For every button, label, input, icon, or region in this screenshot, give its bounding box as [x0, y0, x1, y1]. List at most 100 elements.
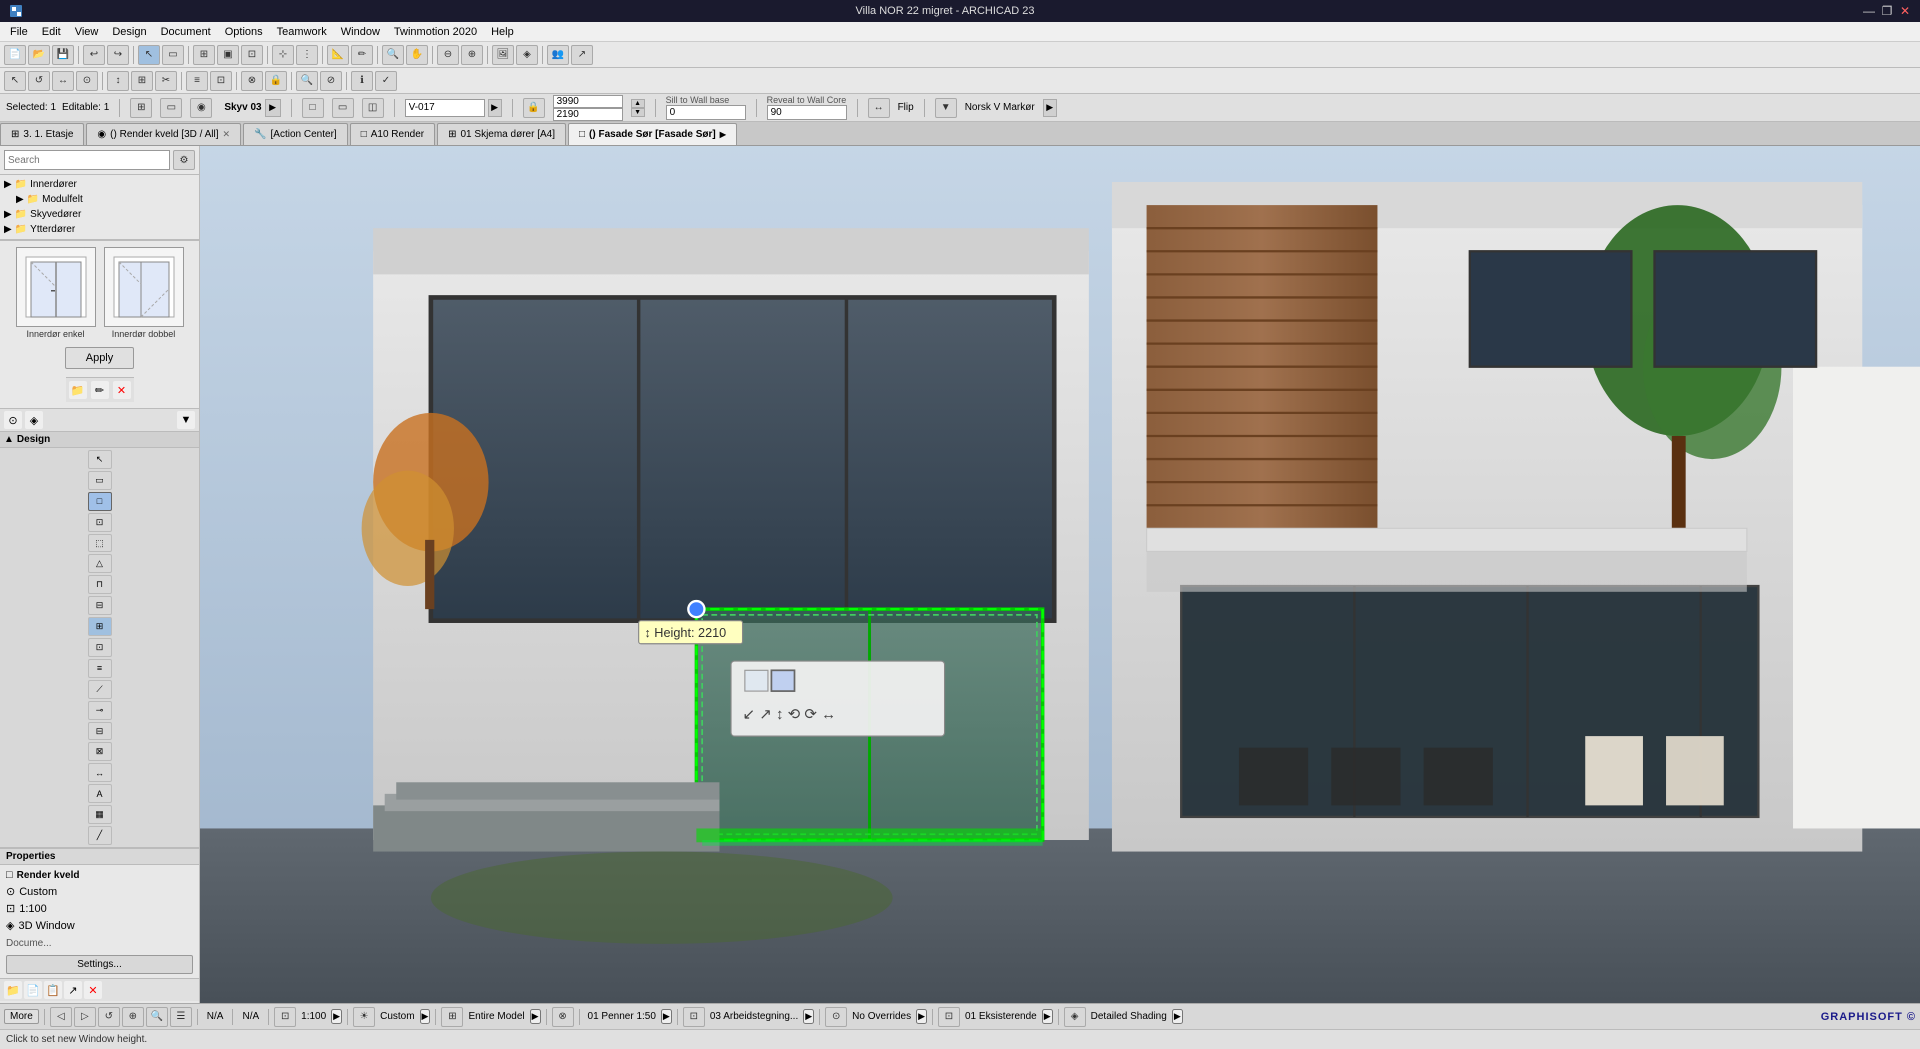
grid-btn[interactable]: ⋮: [296, 45, 318, 65]
layer-btn[interactable]: ⊗: [241, 71, 263, 91]
nav-refresh[interactable]: ↺: [98, 1007, 120, 1027]
group-btn[interactable]: ⊡: [210, 71, 232, 91]
tree-item-modulfelt[interactable]: ▶ 📁 Modulfelt: [0, 192, 199, 207]
view-mode-btn[interactable]: ▭: [160, 98, 182, 118]
apply-button[interactable]: Apply: [65, 347, 135, 369]
tab-a10-render[interactable]: □ A10 Render: [350, 123, 435, 145]
dt-window[interactable]: ⊡: [88, 638, 112, 657]
view-settings-btn[interactable]: ⊞: [130, 98, 152, 118]
dt-label[interactable]: A: [88, 784, 112, 803]
dim-down-btn[interactable]: ▼: [631, 108, 645, 117]
arbeid-expand[interactable]: ▶: [803, 1009, 814, 1024]
bt-icon4[interactable]: ↗: [64, 981, 82, 999]
view-3d-btn[interactable]: ◉: [190, 98, 212, 118]
tab-skjema[interactable]: ⊞ 01 Skjema dører [A4]: [437, 123, 566, 145]
find-btn[interactable]: 🔍: [296, 71, 318, 91]
3d-btn[interactable]: ◈: [516, 45, 538, 65]
canvas-area[interactable]: ↕ Height: 2210 ↙ ↗ ↕ ⟲ ⟳ ↔: [200, 146, 1920, 1003]
tab-etasje[interactable]: ⊞ 3. 1. Etasje: [0, 123, 84, 145]
nav-home[interactable]: ⊕: [122, 1007, 144, 1027]
door-thumb-1[interactable]: Innerdør enkel: [16, 247, 96, 339]
teamwork-btn[interactable]: 👥: [547, 45, 569, 65]
minimize-button[interactable]: —: [1862, 4, 1876, 18]
tree-item-skyvedorer[interactable]: ▶ 📁 Skyvedører: [0, 207, 199, 222]
dt-arrow[interactable]: ↖: [88, 450, 112, 469]
pen-btn[interactable]: ✏: [351, 45, 373, 65]
marker-expand-btn[interactable]: ▶: [1043, 99, 1057, 117]
view-btn2[interactable]: ▣: [217, 45, 239, 65]
menu-item-edit[interactable]: Edit: [36, 25, 67, 39]
tab-fasade[interactable]: □ () Fasade Sør [Fasade Sør] ▶: [568, 123, 737, 145]
menu-item-help[interactable]: Help: [485, 25, 520, 39]
compass-btn[interactable]: ☀: [353, 1007, 375, 1027]
flip-btn[interactable]: ↔: [868, 98, 890, 118]
edit-btn[interactable]: ✏: [91, 381, 109, 399]
add-folder-btn[interactable]: 📁: [69, 381, 87, 399]
dt-selected[interactable]: □: [88, 492, 112, 511]
search-input[interactable]: [4, 150, 170, 170]
view-type-3[interactable]: ◫: [362, 98, 384, 118]
tab-render-close[interactable]: ✕: [223, 129, 231, 140]
model-expand[interactable]: ▶: [530, 1009, 541, 1024]
restore-button[interactable]: ❐: [1880, 4, 1894, 18]
dim2-input[interactable]: [553, 108, 623, 121]
section-btn[interactable]: ⊖: [437, 45, 459, 65]
exist-icon[interactable]: ⊡: [938, 1007, 960, 1027]
menu-item-document[interactable]: Document: [155, 25, 217, 39]
custom-expand[interactable]: ▶: [420, 1009, 431, 1024]
dt-line[interactable]: ╱: [88, 826, 112, 845]
view-code-btn[interactable]: ▶: [488, 99, 502, 117]
lb-icon1[interactable]: ⊙: [4, 411, 22, 429]
move-btn[interactable]: ↕: [107, 71, 129, 91]
tab-render-kveld[interactable]: ◉ () Render kveld [3D / All] ✕: [86, 123, 241, 145]
filter-btn[interactable]: ⊘: [320, 71, 342, 91]
dt-ramp[interactable]: ⟋: [88, 680, 112, 699]
check-btn[interactable]: ✓: [375, 71, 397, 91]
dt-column[interactable]: ⊓: [88, 575, 112, 594]
elevation-btn[interactable]: ⊕: [461, 45, 483, 65]
rotate-btn[interactable]: ↺: [28, 71, 50, 91]
settings-button[interactable]: Settings...: [6, 955, 193, 974]
lb-expand[interactable]: ▼: [177, 411, 195, 429]
menu-item-view[interactable]: View: [69, 25, 105, 39]
view-expand-btn[interactable]: ▶: [265, 99, 281, 117]
dt-curtain[interactable]: ⊟: [88, 722, 112, 741]
nav-pan[interactable]: ☰: [170, 1007, 192, 1027]
dim-up-btn[interactable]: ▲: [631, 99, 645, 108]
lb-icon2[interactable]: ◈: [25, 411, 43, 429]
copy-btn[interactable]: ⊞: [131, 71, 153, 91]
arbeid-icon[interactable]: ⊡: [683, 1007, 705, 1027]
align-btn[interactable]: ≡: [186, 71, 208, 91]
nav-forward[interactable]: ▷: [74, 1007, 96, 1027]
dt-roof[interactable]: △: [88, 554, 112, 573]
dt-zone[interactable]: ⊠: [88, 742, 112, 761]
view-type-2[interactable]: ▭: [332, 98, 354, 118]
offset-btn[interactable]: ⊙: [76, 71, 98, 91]
nav-zoom[interactable]: 🔍: [146, 1007, 168, 1027]
new-button[interactable]: 📄: [4, 45, 26, 65]
delete-btn[interactable]: ✂: [155, 71, 177, 91]
dt-beam[interactable]: ⊟: [88, 596, 112, 615]
dt-slab[interactable]: ⬚: [88, 534, 112, 553]
bt-icon2[interactable]: 📄: [24, 981, 42, 999]
override-icon[interactable]: ⊙: [825, 1007, 847, 1027]
sill-input[interactable]: [666, 105, 746, 120]
view-code-input[interactable]: V-017: [405, 99, 485, 117]
menu-item-options[interactable]: Options: [219, 25, 269, 39]
bt-icon1[interactable]: 📁: [4, 981, 22, 999]
arrow-tool[interactable]: ↖: [138, 45, 160, 65]
select-btn[interactable]: ↖: [4, 71, 26, 91]
open-button[interactable]: 📂: [28, 45, 50, 65]
reveal-input[interactable]: [767, 105, 847, 120]
delete-btn2[interactable]: ✕: [113, 381, 131, 399]
bt-delete[interactable]: ✕: [84, 981, 102, 999]
marker-btn[interactable]: ▼: [935, 98, 957, 118]
snap-btn[interactable]: ⊹: [272, 45, 294, 65]
shading-expand[interactable]: ▶: [1172, 1009, 1183, 1024]
menu-item-twinmotion[interactable]: Twinmotion 2020: [388, 25, 483, 39]
search-settings-btn[interactable]: ⚙: [173, 150, 195, 170]
dt-wall[interactable]: ⊡: [88, 513, 112, 532]
scale-expand[interactable]: ▶: [331, 1009, 342, 1024]
nav-back[interactable]: ◁: [50, 1007, 72, 1027]
dt-rail[interactable]: ⊸: [88, 701, 112, 720]
